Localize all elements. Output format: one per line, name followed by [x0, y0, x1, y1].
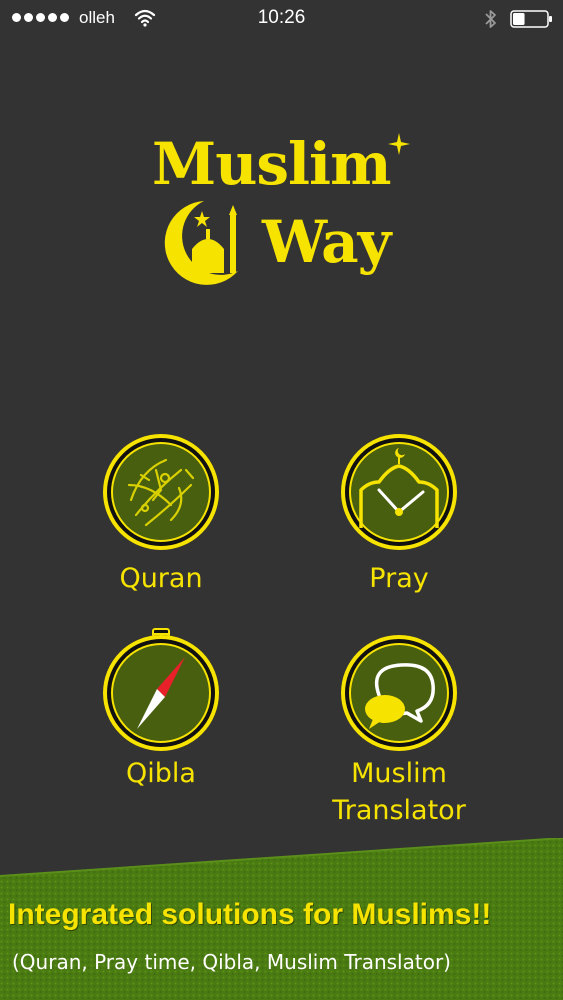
pray-button[interactable]: Pray [299, 430, 499, 598]
status-bar: olleh 10:26 [0, 0, 563, 38]
app-screen: olleh 10:26 Muslim Way Quran Pray Qibla … [0, 0, 563, 1000]
app-logo: Muslim Way [140, 125, 430, 295]
logo-text-muslim: Muslim [152, 130, 391, 198]
mosque-clock-icon [341, 434, 457, 550]
compass-icon [103, 628, 219, 751]
qibla-button[interactable]: Qibla [61, 625, 261, 793]
banner-subtitle: (Quran, Pray time, Qibla, Muslim Transla… [12, 950, 451, 974]
muslim-translator-button[interactable]: Muslim Translator [299, 625, 499, 829]
quran-label: Quran [119, 563, 203, 594]
muslim-translator-label: Muslim Translator [332, 758, 466, 826]
promo-banner: Integrated solutions for Muslims!! (Qura… [0, 838, 563, 1000]
speech-bubbles-icon [341, 635, 457, 751]
qibla-label: Qibla [126, 758, 196, 789]
clock: 10:26 [257, 7, 306, 28]
star-icon [388, 133, 410, 155]
battery-icon [510, 10, 552, 28]
pray-label: Pray [369, 563, 429, 594]
mosque-crescent-icon [164, 201, 238, 285]
quran-calligraphy-icon [103, 434, 219, 550]
banner-title: Integrated solutions for Muslims!! [8, 898, 492, 931]
bluetooth-icon [485, 10, 496, 28]
logo-text-way: Way [262, 208, 391, 276]
quran-button[interactable]: Quran [61, 430, 261, 598]
